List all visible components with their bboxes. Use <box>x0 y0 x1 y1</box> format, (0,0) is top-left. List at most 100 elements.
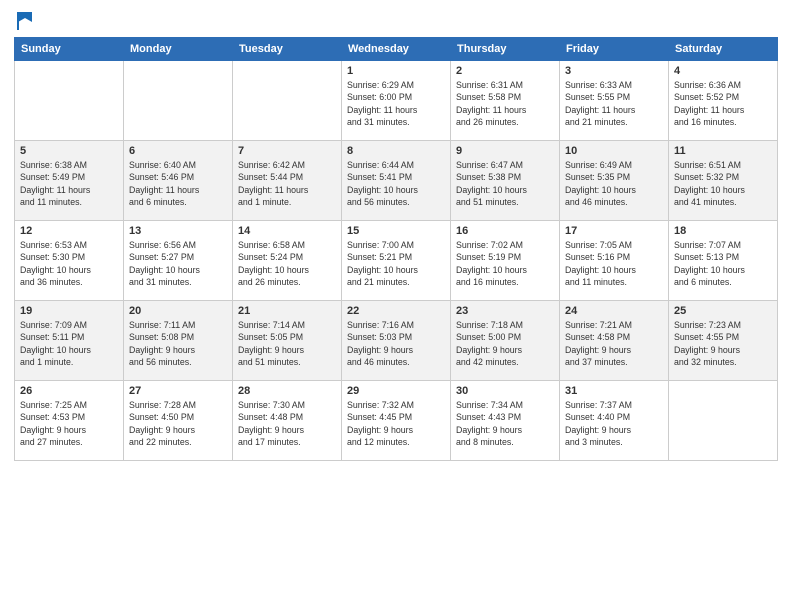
day-info: Sunrise: 7:37 AM Sunset: 4:40 PM Dayligh… <box>565 399 663 448</box>
day-number: 24 <box>565 305 663 317</box>
calendar-cell: 6Sunrise: 6:40 AM Sunset: 5:46 PM Daylig… <box>124 141 233 221</box>
day-info: Sunrise: 7:21 AM Sunset: 4:58 PM Dayligh… <box>565 319 663 368</box>
calendar-cell: 31 Sunrise: 7:37 AM Sunset: 4:40 PM Dayli… <box>560 381 669 461</box>
day-info: Sunrise: 6:29 AM Sunset: 6:00 PM Dayligh… <box>347 79 445 128</box>
day-info: Sunrise: 7:23 AM Sunset: 4:55 PM Dayligh… <box>674 319 772 368</box>
day-info: Sunrise: 7:18 AM Sunset: 5:00 PM Dayligh… <box>456 319 554 368</box>
day-number: 26 <box>20 385 118 397</box>
calendar-cell: 29 Sunrise: 7:32 AM Sunset: 4:45 PM Dayli… <box>342 381 451 461</box>
day-number: 3 <box>565 65 663 77</box>
calendar-cell: 15 Sunrise: 7:00 AM Sunset: 5:21 PM Dayli… <box>342 221 451 301</box>
day-info: Sunrise: 7:09 AM Sunset: 5:11 PM Dayligh… <box>20 319 118 368</box>
day-info: Sunrise: 6:51 AM Sunset: 5:32 PM Dayligh… <box>674 159 772 208</box>
day-info: Sunrise: 7:05 AM Sunset: 5:16 PM Dayligh… <box>565 239 663 288</box>
weekday-sunday: Sunday <box>15 38 124 61</box>
day-info: Sunrise: 7:30 AM Sunset: 4:48 PM Dayligh… <box>238 399 336 448</box>
day-number: 18 <box>674 225 772 237</box>
day-number: 5 <box>20 145 118 157</box>
day-info: Sunrise: 6:49 AM Sunset: 5:35 PM Dayligh… <box>565 159 663 208</box>
weekday-tuesday: Tuesday <box>233 38 342 61</box>
day-info: Sunrise: 7:07 AM Sunset: 5:13 PM Dayligh… <box>674 239 772 288</box>
calendar-week-3: 12 Sunrise: 6:53 AM Sunset: 5:30 PM Dayli… <box>15 221 778 301</box>
calendar-body: 1Sunrise: 6:29 AM Sunset: 6:00 PM Daylig… <box>15 61 778 461</box>
day-info: Sunrise: 6:36 AM Sunset: 5:52 PM Dayligh… <box>674 79 772 128</box>
day-number: 22 <box>347 305 445 317</box>
day-info: Sunrise: 6:33 AM Sunset: 5:55 PM Dayligh… <box>565 79 663 128</box>
day-number: 9 <box>456 145 554 157</box>
day-number: 15 <box>347 225 445 237</box>
calendar-cell <box>233 61 342 141</box>
day-info: Sunrise: 6:40 AM Sunset: 5:46 PM Dayligh… <box>129 159 227 208</box>
calendar-cell: 12 Sunrise: 6:53 AM Sunset: 5:30 PM Dayli… <box>15 221 124 301</box>
calendar-cell: 22 Sunrise: 7:16 AM Sunset: 5:03 PM Dayli… <box>342 301 451 381</box>
day-info: Sunrise: 6:53 AM Sunset: 5:30 PM Dayligh… <box>20 239 118 288</box>
day-info: Sunrise: 6:47 AM Sunset: 5:38 PM Dayligh… <box>456 159 554 208</box>
day-info: Sunrise: 7:28 AM Sunset: 4:50 PM Dayligh… <box>129 399 227 448</box>
calendar-cell: 4 Sunrise: 6:36 AM Sunset: 5:52 PM Daylig… <box>669 61 778 141</box>
day-number: 25 <box>674 305 772 317</box>
calendar-cell: 25 Sunrise: 7:23 AM Sunset: 4:55 PM Dayli… <box>669 301 778 381</box>
day-number: 13 <box>129 225 227 237</box>
day-info: Sunrise: 7:11 AM Sunset: 5:08 PM Dayligh… <box>129 319 227 368</box>
day-info: Sunrise: 7:00 AM Sunset: 5:21 PM Dayligh… <box>347 239 445 288</box>
day-number: 27 <box>129 385 227 397</box>
calendar-cell: 2Sunrise: 6:31 AM Sunset: 5:58 PM Daylig… <box>451 61 560 141</box>
day-number: 14 <box>238 225 336 237</box>
calendar-cell: 21Sunrise: 7:14 AM Sunset: 5:05 PM Dayli… <box>233 301 342 381</box>
day-info: Sunrise: 7:34 AM Sunset: 4:43 PM Dayligh… <box>456 399 554 448</box>
day-number: 4 <box>674 65 772 77</box>
calendar-cell: 5 Sunrise: 6:38 AM Sunset: 5:49 PM Daylig… <box>15 141 124 221</box>
calendar-cell: 1Sunrise: 6:29 AM Sunset: 6:00 PM Daylig… <box>342 61 451 141</box>
calendar-header: SundayMondayTuesdayWednesdayThursdayFrid… <box>15 38 778 61</box>
day-number: 12 <box>20 225 118 237</box>
calendar-cell: 17 Sunrise: 7:05 AM Sunset: 5:16 PM Dayli… <box>560 221 669 301</box>
day-info: Sunrise: 7:25 AM Sunset: 4:53 PM Dayligh… <box>20 399 118 448</box>
calendar-cell: 28 Sunrise: 7:30 AM Sunset: 4:48 PM Dayli… <box>233 381 342 461</box>
weekday-saturday: Saturday <box>669 38 778 61</box>
day-info: Sunrise: 7:32 AM Sunset: 4:45 PM Dayligh… <box>347 399 445 448</box>
logo-general <box>14 10 34 32</box>
calendar-cell: 30 Sunrise: 7:34 AM Sunset: 4:43 PM Dayli… <box>451 381 560 461</box>
calendar-cell: 24 Sunrise: 7:21 AM Sunset: 4:58 PM Dayli… <box>560 301 669 381</box>
calendar-cell: 13Sunrise: 6:56 AM Sunset: 5:27 PM Dayli… <box>124 221 233 301</box>
day-info: Sunrise: 6:58 AM Sunset: 5:24 PM Dayligh… <box>238 239 336 288</box>
calendar-cell: 16 Sunrise: 7:02 AM Sunset: 5:19 PM Dayli… <box>451 221 560 301</box>
calendar-cell: 23 Sunrise: 7:18 AM Sunset: 5:00 PM Dayli… <box>451 301 560 381</box>
calendar-week-4: 19Sunrise: 7:09 AM Sunset: 5:11 PM Dayli… <box>15 301 778 381</box>
weekday-header-row: SundayMondayTuesdayWednesdayThursdayFrid… <box>15 38 778 61</box>
calendar-cell: 19Sunrise: 7:09 AM Sunset: 5:11 PM Dayli… <box>15 301 124 381</box>
logo-flag-icon <box>16 10 34 32</box>
calendar-cell: 14 Sunrise: 6:58 AM Sunset: 5:24 PM Dayli… <box>233 221 342 301</box>
calendar-week-1: 1Sunrise: 6:29 AM Sunset: 6:00 PM Daylig… <box>15 61 778 141</box>
day-number: 11 <box>674 145 772 157</box>
day-number: 10 <box>565 145 663 157</box>
day-info: Sunrise: 6:42 AM Sunset: 5:44 PM Dayligh… <box>238 159 336 208</box>
day-number: 23 <box>456 305 554 317</box>
day-number: 17 <box>565 225 663 237</box>
day-info: Sunrise: 7:16 AM Sunset: 5:03 PM Dayligh… <box>347 319 445 368</box>
calendar-cell: 7Sunrise: 6:42 AM Sunset: 5:44 PM Daylig… <box>233 141 342 221</box>
day-info: Sunrise: 6:38 AM Sunset: 5:49 PM Dayligh… <box>20 159 118 208</box>
day-info: Sunrise: 6:31 AM Sunset: 5:58 PM Dayligh… <box>456 79 554 128</box>
day-info: Sunrise: 6:44 AM Sunset: 5:41 PM Dayligh… <box>347 159 445 208</box>
calendar-cell: 3 Sunrise: 6:33 AM Sunset: 5:55 PM Daylig… <box>560 61 669 141</box>
calendar-cell: 20 Sunrise: 7:11 AM Sunset: 5:08 PM Dayli… <box>124 301 233 381</box>
calendar-week-5: 26 Sunrise: 7:25 AM Sunset: 4:53 PM Dayli… <box>15 381 778 461</box>
page: SundayMondayTuesdayWednesdayThursdayFrid… <box>0 0 792 612</box>
day-number: 31 <box>565 385 663 397</box>
logo <box>14 10 34 29</box>
day-number: 29 <box>347 385 445 397</box>
weekday-monday: Monday <box>124 38 233 61</box>
day-number: 28 <box>238 385 336 397</box>
weekday-friday: Friday <box>560 38 669 61</box>
calendar-cell: 10 Sunrise: 6:49 AM Sunset: 5:35 PM Dayli… <box>560 141 669 221</box>
day-number: 16 <box>456 225 554 237</box>
calendar-cell <box>124 61 233 141</box>
day-number: 30 <box>456 385 554 397</box>
calendar-cell: 26 Sunrise: 7:25 AM Sunset: 4:53 PM Dayli… <box>15 381 124 461</box>
day-info: Sunrise: 7:02 AM Sunset: 5:19 PM Dayligh… <box>456 239 554 288</box>
day-number: 20 <box>129 305 227 317</box>
calendar-cell <box>669 381 778 461</box>
calendar-week-2: 5 Sunrise: 6:38 AM Sunset: 5:49 PM Daylig… <box>15 141 778 221</box>
calendar-cell: 11 Sunrise: 6:51 AM Sunset: 5:32 PM Dayli… <box>669 141 778 221</box>
